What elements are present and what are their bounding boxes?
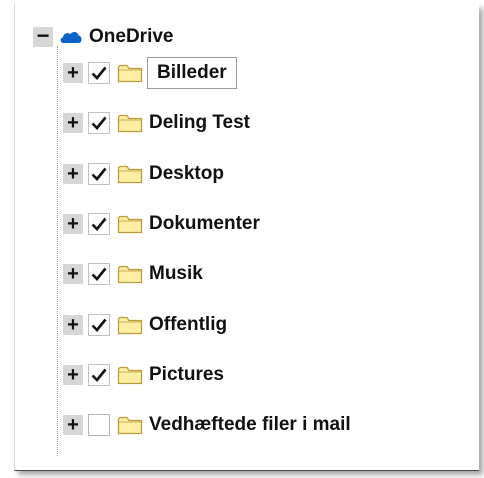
folder-icon [117,416,143,435]
expand-toggle[interactable]: + [63,415,83,435]
checkbox-checked[interactable] [88,112,110,134]
checkmark-icon [91,318,107,332]
tree-root-onedrive: − OneDrive [33,20,173,54]
folder-icon [117,114,143,133]
checkbox-checked[interactable] [88,263,110,285]
tree-item-label[interactable]: Musik [149,263,203,285]
expand-toggle[interactable]: + [63,365,83,385]
checkmark-icon [91,368,107,382]
folder-icon [117,265,143,284]
checkbox-checked[interactable] [88,213,110,235]
checkmark-icon [91,66,107,80]
expand-toggle[interactable]: + [63,63,83,83]
checkbox-checked[interactable] [88,314,110,336]
collapse-toggle-onedrive[interactable]: − [33,25,53,47]
tree-item[interactable]: + Offentlig [63,308,227,342]
tree-item-label[interactable]: Vedhæftede filer i mail [149,414,351,436]
tree-item[interactable]: + Musik [63,257,203,291]
expand-toggle[interactable]: + [63,214,83,234]
tree-item[interactable]: + Billeder [63,56,237,90]
tree-item-label[interactable]: Deling Test [149,112,250,134]
folder-icon [117,366,143,385]
folder-tree-panel: − OneDrive + Billeder + Deling Test + Desktop… [14,4,479,471]
tree-item-label[interactable]: Dokumenter [149,213,260,235]
tree-item[interactable]: + Deling Test [63,106,250,140]
checkmark-icon [91,116,107,130]
folder-icon [117,316,143,335]
tree-item[interactable]: + Desktop [63,157,224,191]
expand-toggle[interactable]: + [63,315,83,335]
checkbox-checked[interactable] [88,364,110,386]
checkbox-checked[interactable] [88,163,110,185]
tree-item[interactable]: + Pictures [63,358,224,392]
checkbox-unchecked[interactable] [88,414,110,436]
tree-connector-line [57,46,58,456]
folder-icon [117,64,143,83]
tree-root-label[interactable]: OneDrive [89,26,173,48]
tree-item-label[interactable]: Billeder [147,57,237,89]
checkmark-icon [91,217,107,231]
checkmark-icon [91,167,107,181]
tree-item[interactable]: + Dokumenter [63,207,260,241]
checkmark-icon [91,267,107,281]
folder-icon [117,215,143,234]
tree-item[interactable]: + Vedhæftede filer i mail [63,408,351,442]
folder-icon [117,165,143,184]
checkbox-checked[interactable] [88,62,110,84]
onedrive-cloud-icon [60,31,82,43]
tree-item-label[interactable]: Offentlig [149,314,227,336]
tree-item-label[interactable]: Desktop [149,163,224,185]
expand-toggle[interactable]: + [63,264,83,284]
expand-toggle[interactable]: + [63,113,83,133]
tree-item-label[interactable]: Pictures [149,364,224,386]
expand-toggle[interactable]: + [63,164,83,184]
